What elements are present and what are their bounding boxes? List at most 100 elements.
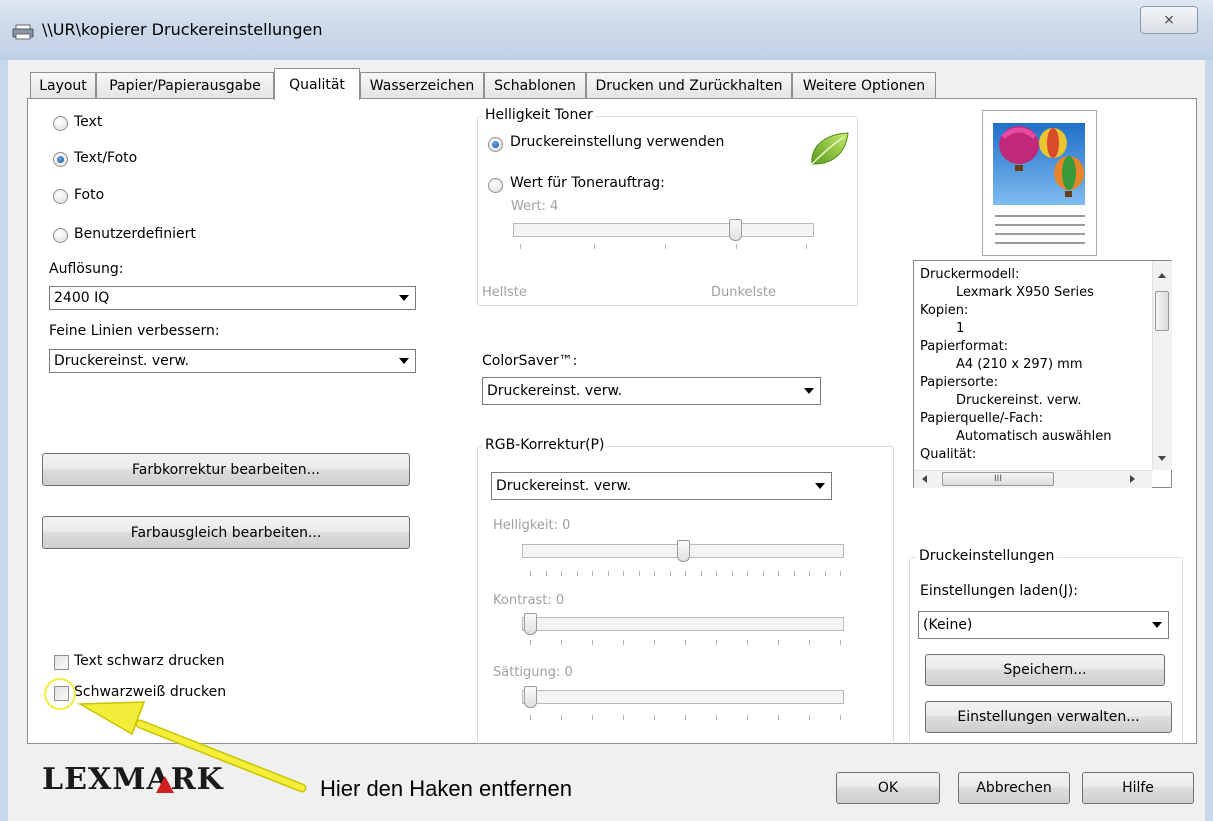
balloon-image xyxy=(993,123,1085,205)
tab-weitere-optionen[interactable]: Weitere Optionen xyxy=(792,72,936,98)
save-settings-button[interactable]: Speichern... xyxy=(925,654,1165,686)
toner-value-label: Wert: 4 xyxy=(511,199,559,214)
scroll-up-icon[interactable] xyxy=(1158,273,1166,278)
resolution-select[interactable]: 2400 IQ xyxy=(49,286,416,310)
tab-papier[interactable]: Papier/Papierausgabe xyxy=(96,72,274,98)
print-text-black-label[interactable]: Text schwarz drucken xyxy=(74,653,225,669)
slider-tick xyxy=(623,571,624,576)
slider-tick xyxy=(731,571,733,576)
summary-horizontal-scrollbar[interactable]: III xyxy=(914,470,1152,488)
slider-tick xyxy=(778,715,779,720)
rgb-select[interactable]: Druckereinst. verw. xyxy=(491,472,832,500)
slider-tick xyxy=(654,571,655,576)
manage-settings-button[interactable]: Einstellungen verwalten... xyxy=(925,701,1172,733)
radio-text-label[interactable]: Text xyxy=(74,114,102,130)
printer-icon xyxy=(12,24,34,40)
slider-tick xyxy=(545,571,547,576)
chevron-down-icon xyxy=(1152,622,1162,628)
slider-tick xyxy=(716,715,717,720)
radio-text-foto[interactable] xyxy=(53,152,68,167)
scroll-grip: III xyxy=(994,474,1002,484)
rgb-saturation-ticks xyxy=(530,715,841,721)
toner-radio-printer-setting[interactable] xyxy=(488,137,503,152)
window-title: \\UR\kopierer Druckereinstellungen xyxy=(42,20,323,39)
resolution-label: Auflösung: xyxy=(49,261,124,277)
slider-tick xyxy=(561,715,562,720)
summary-line: Lexmark X950 Series xyxy=(956,285,1094,300)
cancel-button[interactable]: Abbrechen xyxy=(958,772,1070,804)
slider-tick xyxy=(654,640,655,645)
rgb-saturation-slider-thumb[interactable] xyxy=(524,686,537,708)
slider-tick xyxy=(809,640,810,645)
scroll-right-icon[interactable] xyxy=(1130,475,1135,483)
rgb-saturation-slider-track[interactable] xyxy=(522,690,844,704)
slider-tick xyxy=(700,571,702,576)
slider-tick xyxy=(607,571,609,576)
scroll-left-icon[interactable] xyxy=(922,475,927,483)
summary-line: 1 xyxy=(956,321,965,336)
radio-foto-label[interactable]: Foto xyxy=(74,187,104,203)
tab-qualitaet[interactable]: Qualität xyxy=(274,68,360,100)
rgb-brightness-slider-thumb[interactable] xyxy=(677,540,690,562)
slider-tick xyxy=(716,640,717,645)
toner-slider-track[interactable] xyxy=(513,223,814,237)
button-label: Farbkorrektur bearbeiten... xyxy=(132,461,320,478)
tab-label: Papier/Papierausgabe xyxy=(109,77,261,94)
toner-radio-value[interactable] xyxy=(488,178,503,193)
colorsaver-value: Druckereinst. verw. xyxy=(487,383,623,399)
slider-tick xyxy=(669,571,671,576)
slider-tick xyxy=(654,715,655,720)
rgb-contrast-slider-track[interactable] xyxy=(522,617,844,631)
ok-button[interactable]: OK xyxy=(836,772,940,804)
load-settings-select[interactable]: (Keine) xyxy=(918,611,1169,639)
colorsaver-select[interactable]: Druckereinst. verw. xyxy=(482,377,821,405)
color-correction-button[interactable]: Farbkorrektur bearbeiten... xyxy=(42,453,410,486)
colorsaver-label: ColorSaver™: xyxy=(482,353,578,369)
tab-drucken-zurueckhalten[interactable]: Drucken und Zurückhalten xyxy=(586,72,792,98)
slider-tick xyxy=(778,571,779,576)
load-settings-label: Einstellungen laden(J): xyxy=(920,583,1078,599)
tab-wasserzeichen[interactable]: Wasserzeichen xyxy=(360,72,484,98)
toner-radio-printer-label[interactable]: Druckereinstellung verwenden xyxy=(510,134,724,150)
summary-vertical-scrollbar[interactable] xyxy=(1152,261,1172,470)
slider-tick xyxy=(530,640,531,645)
summary-line: Papierquelle/-Fach: xyxy=(920,411,1043,426)
slider-tick xyxy=(747,715,748,720)
toner-slider-thumb[interactable] xyxy=(729,219,742,241)
settings-summary-list[interactable]: Druckermodell: Lexmark X950 Series Kopie… xyxy=(913,260,1172,488)
slider-tick xyxy=(840,640,841,645)
slider-tick xyxy=(561,571,562,576)
scroll-thumb[interactable] xyxy=(1155,291,1169,331)
color-balance-button[interactable]: Farbausgleich bearbeiten... xyxy=(42,516,410,549)
rgb-brightness-ticks xyxy=(530,571,841,577)
preview-text-line xyxy=(995,242,1085,244)
button-label: Hilfe xyxy=(1122,780,1154,796)
fine-lines-select[interactable]: Druckereinst. verw. xyxy=(49,349,416,373)
button-label: Speichern... xyxy=(1003,662,1087,678)
tab-label: Layout xyxy=(39,77,87,94)
slider-tick xyxy=(716,571,717,576)
radio-text[interactable] xyxy=(53,116,68,131)
radio-benutzerdefiniert[interactable] xyxy=(53,228,68,243)
scroll-down-icon[interactable] xyxy=(1158,456,1166,461)
help-button[interactable]: Hilfe xyxy=(1082,772,1194,804)
tab-layout[interactable]: Layout xyxy=(30,72,96,98)
rgb-contrast-slider-thumb[interactable] xyxy=(524,613,537,635)
summary-line: Qualität: xyxy=(920,447,977,462)
toner-radio-value-label[interactable]: Wert für Tonerauftrag: xyxy=(510,175,665,191)
slider-tick xyxy=(592,715,593,720)
print-text-black-checkbox[interactable] xyxy=(54,655,69,670)
tab-label: Qualität xyxy=(289,76,345,93)
toner-min-label: Hellste xyxy=(482,285,527,300)
radio-foto[interactable] xyxy=(53,189,68,204)
slider-tick xyxy=(809,571,810,576)
close-button[interactable]: ⨯ xyxy=(1140,6,1198,34)
toner-group-title: Helligkeit Toner xyxy=(482,107,596,123)
slider-tick xyxy=(592,571,593,576)
radio-text-foto-label[interactable]: Text/Foto xyxy=(74,150,137,166)
scroll-thumb[interactable]: III xyxy=(942,472,1054,486)
radio-benutzerdefiniert-label[interactable]: Benutzerdefiniert xyxy=(74,226,196,242)
slider-tick xyxy=(840,715,841,720)
tab-schablonen[interactable]: Schablonen xyxy=(484,72,586,98)
slider-tick xyxy=(576,571,578,576)
